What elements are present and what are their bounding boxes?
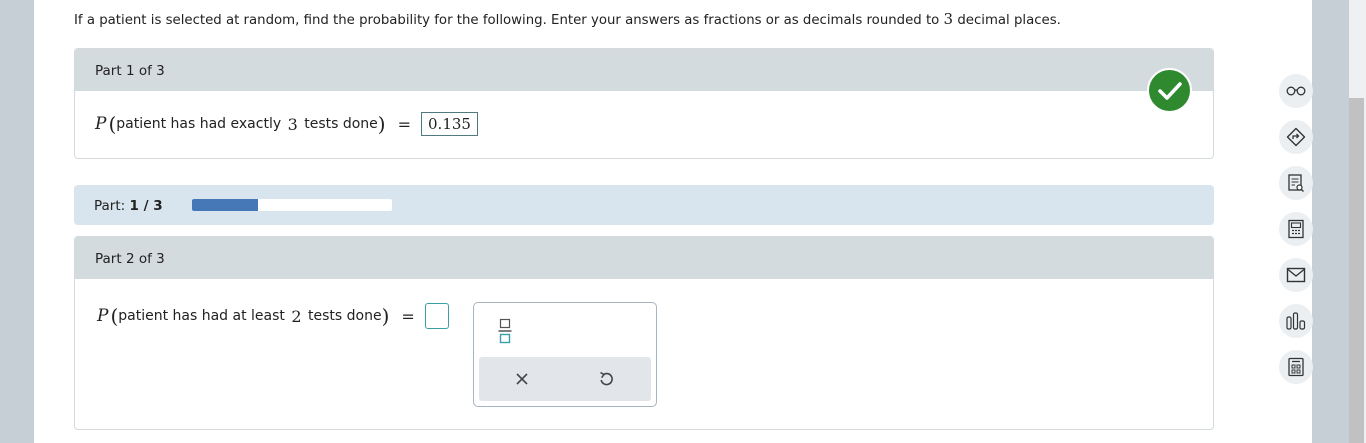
question-number: 2 (291, 306, 302, 326)
question-text: patient has had exactly (116, 116, 286, 132)
instructions-text-end: decimal places. (953, 13, 1061, 28)
guide-button[interactable] (1279, 120, 1313, 154)
data-icon (1288, 357, 1304, 377)
question-text-end: tests done (299, 116, 378, 132)
toolbar-actions (479, 357, 651, 401)
undo-button[interactable] (596, 369, 616, 389)
scrollbar-thumb[interactable] (1349, 98, 1364, 443)
correct-check-icon (1147, 68, 1192, 113)
textbook-button[interactable] (1279, 166, 1313, 200)
fraction-icon (498, 318, 512, 344)
part2-answer-input[interactable] (424, 303, 449, 329)
bar-chart-icon (1286, 312, 1306, 330)
prob-symbol: P (97, 306, 109, 326)
part1-answer: 0.135 (421, 112, 478, 136)
progress-current: 1 / 3 (129, 198, 163, 214)
calculator-icon (1288, 219, 1304, 239)
part2-panel: Part 2 of 3 P ( patient has had at least… (74, 236, 1214, 430)
instructions-text: If a patient is selected at random, find… (74, 13, 944, 28)
fraction-template-button[interactable] (498, 318, 512, 344)
question-text: patient has had at least (118, 308, 290, 324)
open-paren: ( (110, 304, 119, 328)
part1-question: P ( patient has had exactly 3 tests done… (95, 112, 478, 136)
math-toolbar (473, 302, 657, 407)
mail-button[interactable] (1279, 258, 1313, 292)
equals-sign: = (397, 114, 412, 134)
part1-header: Part 1 of 3 (75, 49, 1213, 91)
chart-button[interactable] (1279, 304, 1313, 338)
part2-question: P ( patient has had at least 2 tests don… (97, 303, 449, 329)
close-icon (516, 373, 528, 385)
open-paren: ( (108, 112, 117, 136)
textbook-icon (1288, 174, 1304, 192)
progress-fill (192, 199, 258, 211)
part2-header: Part 2 of 3 (75, 237, 1213, 279)
progress-label: Part: 1 / 3 (94, 198, 163, 214)
signpost-icon (1286, 127, 1306, 147)
main-page: If a patient is selected at random, find… (34, 0, 1313, 443)
part1-panel: Part 1 of 3 P ( patient has had exactly … (74, 48, 1214, 159)
close-paren: ) (381, 304, 390, 328)
close-paren: ) (377, 112, 386, 136)
glasses-icon (1286, 86, 1306, 96)
mail-icon (1286, 267, 1306, 283)
glasses-button[interactable] (1279, 74, 1313, 108)
progress-bar-panel: Part: 1 / 3 (74, 185, 1214, 225)
instructions-digits: 3 (943, 10, 954, 28)
progress-label-text: Part: (94, 198, 130, 214)
question-text-end: tests done (303, 308, 382, 324)
prob-symbol: P (95, 114, 107, 134)
clear-button[interactable] (512, 369, 532, 389)
calculator-button[interactable] (1279, 212, 1313, 246)
equals-sign: = (401, 306, 415, 326)
progress-track (192, 199, 392, 211)
question-number: 3 (287, 114, 298, 134)
instructions: If a patient is selected at random, find… (74, 10, 1061, 28)
data-button[interactable] (1279, 350, 1313, 384)
undo-icon (600, 371, 613, 386)
